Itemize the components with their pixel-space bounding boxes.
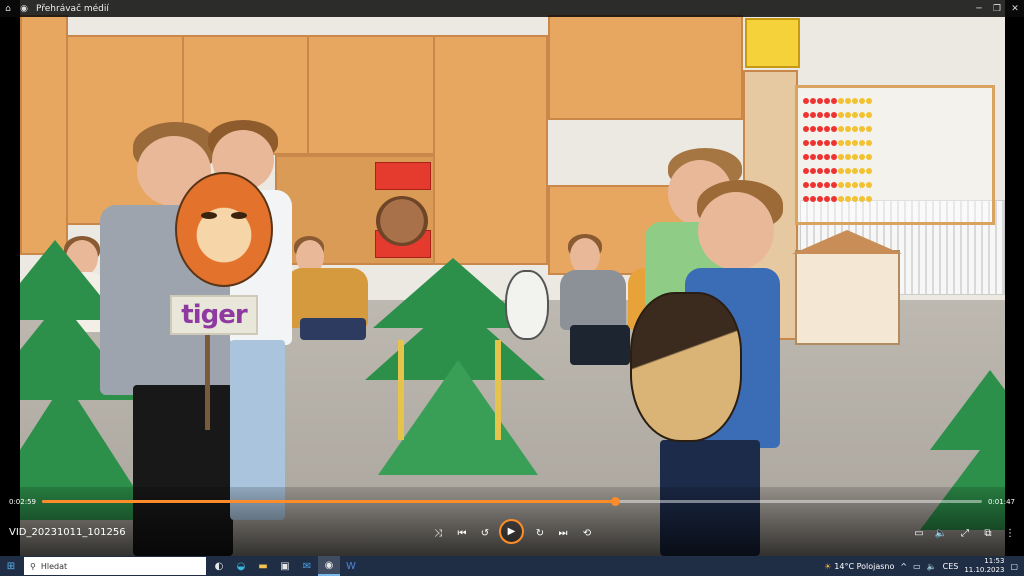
play-button[interactable]: ▶ [499, 519, 524, 544]
dollhouse [792, 230, 902, 345]
seek-thumb[interactable] [611, 497, 621, 506]
start-button[interactable]: ⊞ [0, 556, 22, 576]
edge-icon[interactable]: ◒ [230, 556, 252, 576]
abacus [795, 85, 995, 225]
forward-30-icon[interactable]: ↻ [530, 523, 550, 543]
task-view-icon[interactable]: ◐ [208, 556, 230, 576]
time-current: 0:02:59 [9, 498, 36, 506]
taskbar: ⊞ ⚲ Hledat ◐ ◒ ▬ ▣ ✉ ◉ W ☀ 14°C Polojasn… [0, 556, 1024, 576]
seek-progress [42, 500, 616, 503]
chevron-up-icon[interactable]: ^ [900, 562, 907, 571]
close-icon[interactable]: ✕ [1006, 1, 1024, 17]
search-placeholder: Hledat [40, 561, 68, 571]
player-controls: 0:02:59 0:01:47 VID_20231011_101256 ⤨ ⏮ … [0, 487, 1024, 556]
word-icon[interactable]: W [340, 556, 362, 576]
cabinet [20, 15, 68, 255]
media-title: VID_20231011_101256 [9, 527, 126, 538]
language-indicator[interactable]: CES [943, 562, 959, 571]
previous-icon[interactable]: ⏮ [452, 523, 472, 543]
shuffle-icon[interactable]: ⤨ [428, 523, 448, 543]
play-icon: ▶ [507, 526, 516, 537]
search-input[interactable]: ⚲ Hledat [24, 557, 206, 575]
tiger-sign: tiger [170, 295, 258, 335]
more-icon[interactable]: ⋮ [1000, 523, 1020, 543]
rewind-10-icon[interactable]: ↺ [475, 523, 495, 543]
window-titlebar: ⌂ ◉ Přehrávač médií ─ ❐ ✕ [0, 0, 1024, 17]
number-blocks [745, 18, 800, 68]
notifications-icon[interactable]: ▢ [1010, 562, 1018, 571]
search-icon: ⚲ [30, 561, 36, 571]
next-icon[interactable]: ⏭ [553, 523, 573, 543]
file-explorer-icon[interactable]: ▬ [252, 556, 274, 576]
weather-widget[interactable]: ☀ 14°C Polojasno [824, 562, 894, 571]
store-icon[interactable]: ▣ [274, 556, 296, 576]
restore-icon[interactable]: ❐ [988, 1, 1006, 17]
seek-bar[interactable] [42, 497, 982, 506]
mail-icon[interactable]: ✉ [296, 556, 318, 576]
tiger-mask [175, 172, 273, 287]
clock-time: 11:53 [984, 557, 1005, 565]
repeat-icon[interactable]: ⟲ [577, 523, 597, 543]
volume-icon[interactable]: 🔈 [931, 523, 951, 543]
sign-stick [205, 330, 210, 430]
letterbox-left [0, 0, 20, 556]
red-drawer [375, 162, 431, 190]
sign-text: tiger [181, 300, 247, 330]
network-icon[interactable]: ▭ [913, 562, 921, 571]
fullscreen-icon[interactable]: ⤢ [955, 523, 975, 543]
clock-date: 11.10.2023 [964, 566, 1005, 574]
dog-mask [630, 292, 742, 442]
media-player-taskbar-icon[interactable]: ◉ [318, 556, 340, 576]
home-icon[interactable]: ⌂ [0, 1, 16, 17]
clock[interactable]: 11:53 11.10.2023 [964, 557, 1004, 575]
weather-icon: ☀ [824, 561, 832, 571]
window-title: Přehrávač médií [36, 3, 109, 14]
bear-mask [376, 196, 428, 246]
weather-text: 14°C Polojasno [834, 561, 895, 571]
letterbox-right [1005, 0, 1024, 556]
media-player-icon: ◉ [20, 3, 28, 14]
owl-mask [505, 270, 549, 340]
speaker-icon[interactable]: 🔈 [927, 562, 937, 571]
time-total: 0:01:47 [988, 498, 1015, 506]
miniplayer-icon[interactable]: ▭ [909, 523, 929, 543]
cast-icon[interactable]: ⧉ [978, 523, 998, 543]
video-frame[interactable]: tiger [0, 0, 1024, 556]
cabinet [307, 35, 435, 155]
cabinet [433, 35, 548, 265]
minimize-icon[interactable]: ─ [970, 1, 988, 17]
cabinet [548, 15, 743, 120]
system-tray: ☀ 14°C Polojasno ^ ▭ 🔈 CES 11:53 11.10.2… [824, 557, 1024, 575]
